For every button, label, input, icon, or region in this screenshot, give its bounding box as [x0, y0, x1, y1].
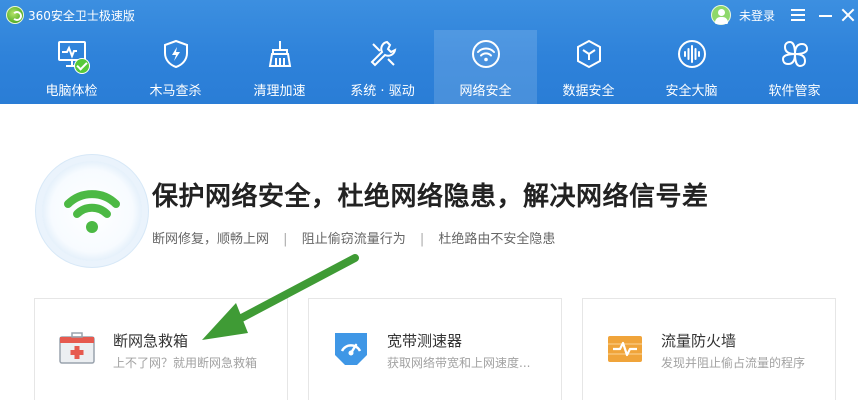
login-status-label[interactable]: 未登录 [739, 7, 775, 24]
tab-network-security[interactable]: 网络安全 [434, 30, 537, 104]
title-bar: 360安全卫士极速版 未登录 [0, 0, 858, 30]
card-title: 宽带测速器 [387, 332, 463, 350]
tab-pc-checkup[interactable]: 电脑体检 [20, 30, 123, 104]
tab-security-brain[interactable]: 安全大脑 [640, 30, 743, 104]
card-description: 获取网络带宽和上网速度... [387, 356, 531, 370]
tab-label: 木马查杀 [149, 84, 202, 99]
tab-label: 软件管家 [768, 84, 821, 99]
feature-separator: | [419, 232, 425, 247]
card-bandwidth-test[interactable]: 宽带测速器 获取网络带宽和上网速度... [308, 298, 562, 400]
app-title: 360安全卫士极速版 [28, 9, 135, 23]
broom-icon [264, 38, 296, 70]
tab-label: 清理加速 [253, 84, 306, 99]
tab-label: 电脑体检 [45, 84, 98, 99]
clover-icon [779, 38, 811, 70]
shield-bolt-icon [160, 38, 192, 70]
login-area[interactable]: 未登录 [711, 4, 775, 26]
tab-cleanup[interactable]: 清理加速 [228, 30, 331, 104]
wifi-icon [470, 38, 502, 70]
wifi-signal-icon [64, 190, 120, 233]
hero-title: 保护网络安全，杜绝网络隐患，解决网络信号差 [152, 182, 709, 212]
first-aid-kit-icon [57, 329, 97, 369]
card-description: 发现并阻止偷占流量的程序 [661, 356, 806, 370]
user-avatar-icon[interactable] [711, 5, 731, 25]
app-logo-icon [6, 6, 24, 24]
minimize-button[interactable] [815, 4, 837, 26]
hexagon-icon [573, 38, 605, 70]
tab-label: 网络安全 [459, 84, 512, 99]
tab-system-driver[interactable]: 系统 · 驱动 [331, 30, 434, 104]
feature-text: 杜绝路由不安全隐患 [438, 232, 556, 247]
wrench-icon [367, 38, 399, 70]
card-traffic-firewall[interactable]: 流量防火墙 发现并阻止偷占流量的程序 [582, 298, 836, 400]
waveform-icon [676, 38, 708, 70]
top-bar: 360安全卫士极速版 未登录 电脑体检 木马查杀 清理加速 系统 · 驱动 网络… [0, 0, 858, 104]
hero-features: 断网修复，顺畅上网 | 阻止偷窃流量行为 | 杜绝路由不安全隐患 [152, 228, 555, 247]
card-title: 流量防火墙 [661, 332, 737, 350]
tab-trojan-scan[interactable]: 木马查杀 [124, 30, 227, 104]
tab-data-security[interactable]: 数据安全 [537, 30, 640, 104]
feature-text: 断网修复，顺畅上网 [152, 232, 270, 247]
tab-software-manager[interactable]: 软件管家 [743, 30, 846, 104]
feature-separator: | [283, 232, 288, 247]
card-network-first-aid[interactable]: 断网急救箱 上不了网？就用断网急救箱 [34, 298, 288, 400]
card-description: 上不了网？就用断网急救箱 [113, 356, 258, 370]
tab-label: 系统 · 驱动 [350, 84, 415, 99]
tab-label: 安全大脑 [665, 84, 718, 99]
firewall-icon [605, 329, 645, 369]
network-security-emblem [42, 161, 142, 261]
main-nav-tabs: 电脑体检 木马查杀 清理加速 系统 · 驱动 网络安全 数据安全 安全大脑 软件… [0, 30, 858, 104]
tab-label: 数据安全 [562, 84, 615, 99]
speedometer-icon [331, 329, 371, 369]
card-title: 断网急救箱 [113, 332, 189, 350]
close-button[interactable] [838, 4, 858, 26]
main-menu-button[interactable] [787, 4, 809, 26]
feature-text: 阻止偷窃流量行为 [301, 232, 406, 247]
check-badge-icon [74, 58, 90, 74]
